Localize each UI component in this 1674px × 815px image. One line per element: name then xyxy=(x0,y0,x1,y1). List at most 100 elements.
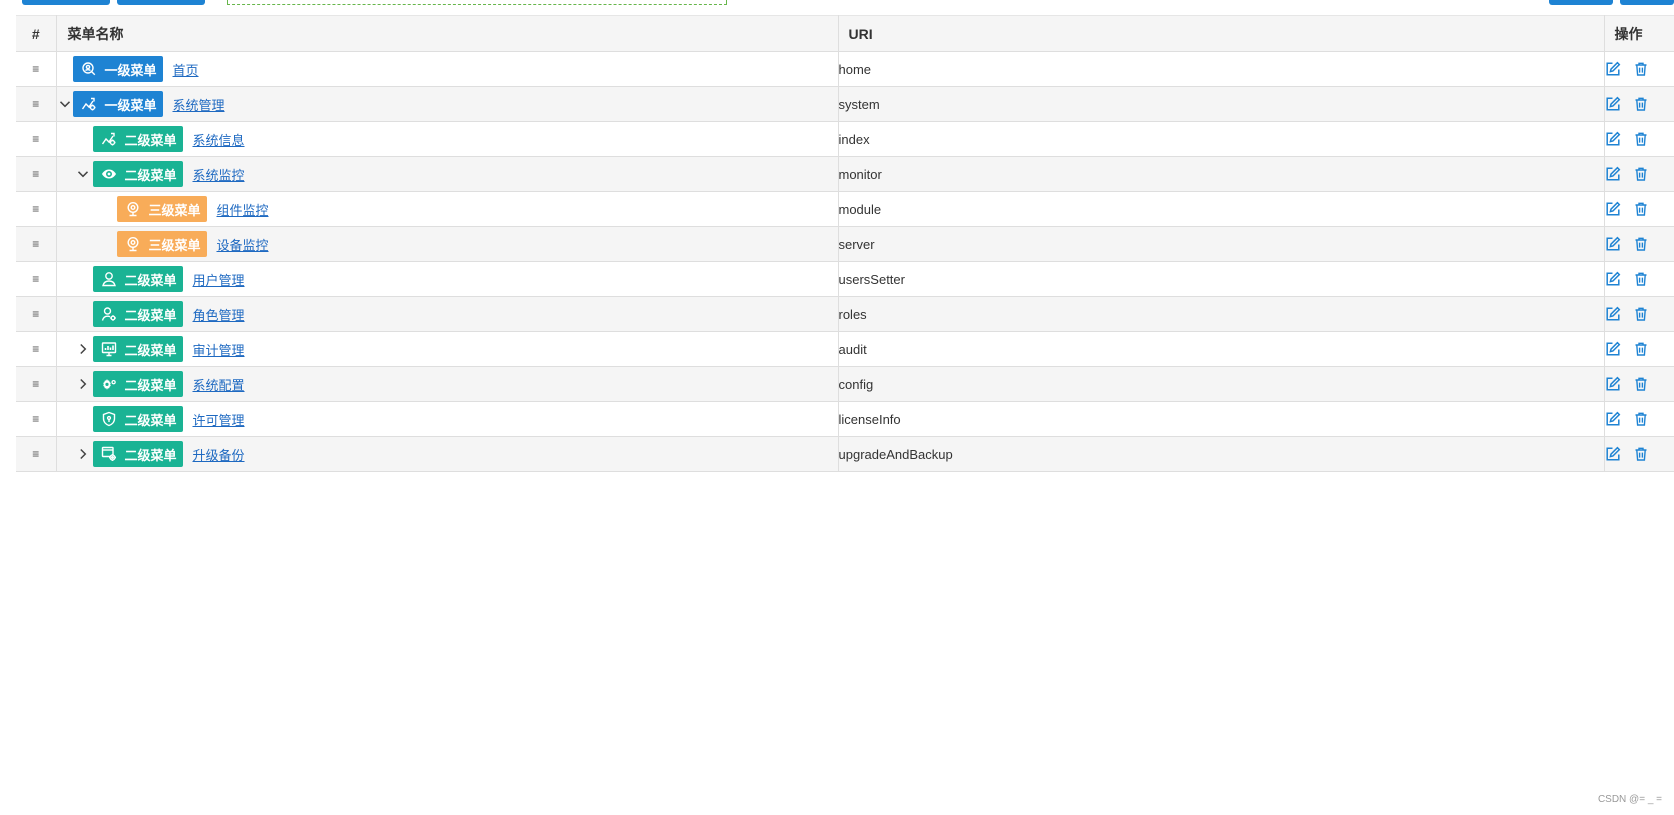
menu-name-link[interactable]: 用户管理 xyxy=(193,270,245,289)
menu-name-link[interactable]: 系统管理 xyxy=(173,95,225,114)
menu-name-link[interactable]: 角色管理 xyxy=(193,305,245,324)
edit-icon[interactable] xyxy=(1605,166,1621,182)
table-row: ≡ 二级菜单 系统信息 index xyxy=(16,121,1674,157)
toolbar-button-1[interactable] xyxy=(22,0,110,5)
trash-icon[interactable] xyxy=(1633,96,1649,112)
table-row: ≡ 二级菜单 角色管理 roles xyxy=(16,296,1674,332)
trash-icon[interactable] xyxy=(1633,376,1649,392)
menu-uri: index xyxy=(838,121,1605,157)
menu-level-badge: 三级菜单 xyxy=(116,231,207,257)
menu-name-link[interactable]: 许可管理 xyxy=(193,410,245,429)
chart-gear-icon xyxy=(101,131,117,147)
row-actions xyxy=(1604,191,1674,227)
search-person-icon xyxy=(81,61,97,77)
chevron-right-icon[interactable] xyxy=(75,446,91,462)
menu-name-cell: 二级菜单 许可管理 xyxy=(57,402,838,436)
edit-icon[interactable] xyxy=(1605,236,1621,252)
edit-icon[interactable] xyxy=(1605,446,1621,462)
menu-name-cell: 一级菜单 系统管理 xyxy=(57,87,838,121)
menu-name-link[interactable]: 升级备份 xyxy=(193,445,245,464)
menu-name-cell: 三级菜单 设备监控 xyxy=(57,227,838,261)
edit-icon[interactable] xyxy=(1605,131,1621,147)
menu-name-cell: 二级菜单 系统信息 xyxy=(57,122,838,156)
chevron-down-icon[interactable] xyxy=(57,96,73,112)
menu-uri: module xyxy=(838,191,1605,227)
chevron-down-icon[interactable] xyxy=(75,166,91,182)
edit-icon[interactable] xyxy=(1605,306,1621,322)
trash-icon[interactable] xyxy=(1633,131,1649,147)
menu-name-cell: 二级菜单 升级备份 xyxy=(57,437,838,471)
menu-uri: config xyxy=(838,366,1605,402)
toolbar-search-input[interactable] xyxy=(227,0,727,5)
drag-handle-icon[interactable]: ≡ xyxy=(16,167,56,181)
toolbar-button-3[interactable] xyxy=(1549,0,1613,5)
trash-icon[interactable] xyxy=(1633,271,1649,287)
drag-handle-icon[interactable]: ≡ xyxy=(16,412,56,426)
menu-name-link[interactable]: 系统配置 xyxy=(193,375,245,394)
menu-name-link[interactable]: 首页 xyxy=(173,60,199,79)
trash-icon[interactable] xyxy=(1633,341,1649,357)
edit-icon[interactable] xyxy=(1605,61,1621,77)
drag-handle-icon[interactable]: ≡ xyxy=(16,237,56,251)
drag-handle-icon[interactable]: ≡ xyxy=(16,447,56,461)
row-actions xyxy=(1604,121,1674,157)
table-row: ≡ 三级菜单 组件监控 module xyxy=(16,191,1674,227)
row-actions xyxy=(1604,296,1674,332)
trash-icon[interactable] xyxy=(1633,446,1649,462)
header-menu-name: 菜单名称 xyxy=(56,15,839,52)
trash-icon[interactable] xyxy=(1633,236,1649,252)
edit-icon[interactable] xyxy=(1605,201,1621,217)
toolbar-button-4[interactable] xyxy=(1620,0,1674,5)
drag-handle-icon[interactable]: ≡ xyxy=(16,342,56,356)
menu-name-link[interactable]: 组件监控 xyxy=(217,200,269,219)
edit-icon[interactable] xyxy=(1605,341,1621,357)
trash-icon[interactable] xyxy=(1633,201,1649,217)
edit-icon[interactable] xyxy=(1605,411,1621,427)
menu-name-cell: 二级菜单 角色管理 xyxy=(57,297,838,331)
drag-handle-icon[interactable]: ≡ xyxy=(16,132,56,146)
drag-handle-icon[interactable]: ≡ xyxy=(16,272,56,286)
menu-uri: upgradeAndBackup xyxy=(838,436,1605,472)
gears-icon xyxy=(101,376,117,392)
trash-icon[interactable] xyxy=(1633,411,1649,427)
chevron-right-icon[interactable] xyxy=(75,341,91,357)
table-row: ≡ 二级菜单 系统配置 config xyxy=(16,366,1674,402)
menu-level-label: 二级菜单 xyxy=(124,342,177,358)
menu-uri: server xyxy=(838,226,1605,262)
trash-icon[interactable] xyxy=(1633,166,1649,182)
menu-name-cell: 二级菜单 用户管理 xyxy=(57,262,838,296)
monitor-chart-icon xyxy=(101,341,117,357)
drag-handle-icon[interactable]: ≡ xyxy=(16,202,56,216)
row-actions xyxy=(1604,51,1674,87)
edit-icon[interactable] xyxy=(1605,376,1621,392)
menu-name-link[interactable]: 审计管理 xyxy=(193,340,245,359)
chart-gear-icon xyxy=(81,96,97,112)
menu-name-link[interactable]: 系统信息 xyxy=(193,130,245,149)
toolbar-button-2[interactable] xyxy=(117,0,205,5)
trash-icon[interactable] xyxy=(1633,61,1649,77)
menu-level-badge: 一级菜单 xyxy=(72,56,163,82)
menu-level-badge: 二级菜单 xyxy=(92,336,183,362)
edit-icon[interactable] xyxy=(1605,271,1621,287)
trash-icon[interactable] xyxy=(1633,306,1649,322)
menu-uri: home xyxy=(838,51,1605,87)
drag-handle-icon[interactable]: ≡ xyxy=(16,377,56,391)
user-icon xyxy=(101,271,117,287)
menu-level-badge: 二级菜单 xyxy=(92,266,183,292)
menu-name-cell: 二级菜单 系统配置 xyxy=(57,367,838,401)
menu-name-link[interactable]: 设备监控 xyxy=(217,235,269,254)
edit-icon[interactable] xyxy=(1605,96,1621,112)
drag-handle-icon[interactable]: ≡ xyxy=(16,307,56,321)
menu-tree-table: # 菜单名称 URI 操作 ≡ 一级菜单 首页 home ≡ 一级菜单 系统管理… xyxy=(16,15,1674,472)
header-uri: URI xyxy=(838,15,1605,52)
menu-uri: audit xyxy=(838,331,1605,367)
drag-handle-icon[interactable]: ≡ xyxy=(16,62,56,76)
row-actions xyxy=(1604,226,1674,262)
chevron-right-icon[interactable] xyxy=(75,376,91,392)
menu-level-label: 三级菜单 xyxy=(148,237,201,253)
drag-handle-icon[interactable]: ≡ xyxy=(16,97,56,111)
menu-name-link[interactable]: 系统监控 xyxy=(193,165,245,184)
menu-level-label: 二级菜单 xyxy=(124,377,177,393)
menu-level-label: 二级菜单 xyxy=(124,447,177,463)
row-actions xyxy=(1604,436,1674,472)
